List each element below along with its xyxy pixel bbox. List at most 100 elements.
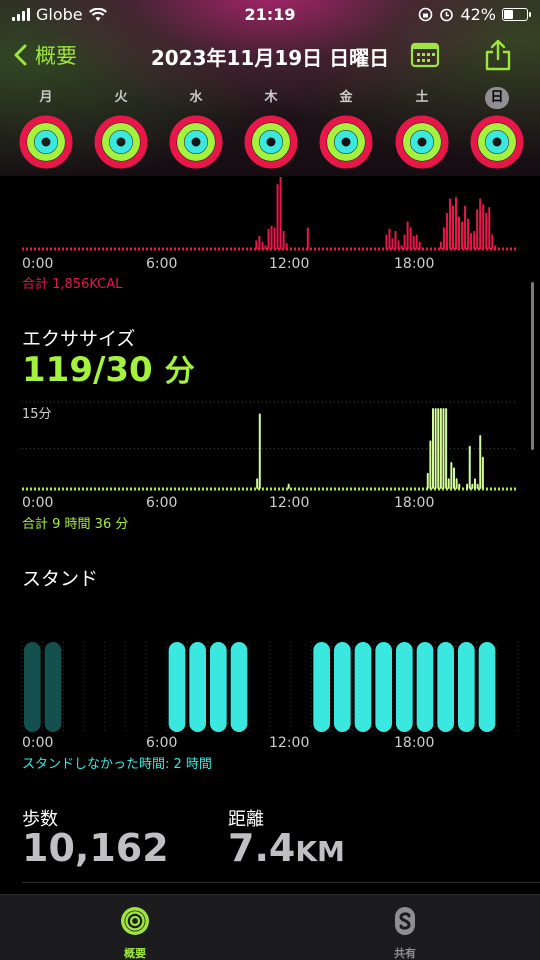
exercise-tick-6: 6:00 [146,495,178,511]
move-bar [461,221,464,249]
move-bar [258,236,261,249]
page-title: 2023年11月19日 日曜日 [150,46,390,70]
day-1[interactable]: 火 [91,86,151,173]
status-right: 42% [418,5,531,24]
day-label-text: 土 [415,90,429,105]
exercise-tick-12: 12:00 [269,495,310,511]
exercise-bar [287,483,290,489]
day-label: 火 [91,86,151,109]
exercise-value-unit: 分 [164,354,195,389]
move-bar [479,198,482,249]
stand-bar [313,642,330,732]
exercise-bar [471,483,474,489]
move-bar [454,197,458,249]
calendar-icon [410,42,440,68]
activity-ring-icon [169,115,223,169]
stand-tick-0: 0:00 [22,735,54,751]
exercise-bar [468,445,471,489]
move-bar [448,198,451,249]
move-bar [264,245,267,249]
move-bar [273,227,276,249]
day-label-text: 月 [39,90,53,105]
exercise-tick-18: 18:00 [394,495,435,511]
day-label-text: 金 [339,90,353,105]
day-0[interactable]: 月 [16,86,76,173]
stand-bar [334,642,351,732]
day-3[interactable]: 木 [241,86,301,173]
stand-bar [458,642,475,732]
exercise-bar [437,408,440,489]
exercise-bar [442,408,445,489]
exercise-bar [256,478,259,489]
move-bar [388,228,391,249]
activity-rings-icon [121,907,149,935]
exercise-bar [458,483,461,489]
day-2[interactable]: 水 [166,86,226,173]
exercise-bar [445,408,448,489]
move-bar [442,227,445,249]
activity-ring-icon [19,115,73,169]
move-bar [409,227,412,249]
tab-summary-label: 概要 [124,947,146,960]
tab-summary[interactable]: 概要 [85,905,185,960]
move-bar [415,234,418,249]
exercise-bar [258,413,261,489]
move-chart [22,177,518,251]
stand-bar [189,642,206,732]
move-bar [403,234,406,249]
exercise-bar [439,408,442,489]
exercise-bar [447,478,450,489]
day-label-text: 水 [189,90,203,105]
stand-bar [396,642,413,732]
day-label-text: 火 [114,90,128,105]
day-label: 月 [16,86,76,109]
move-bar [306,227,309,249]
move-bar [418,241,421,249]
calendar-button[interactable] [410,42,440,72]
stand-tick-18: 18:00 [394,735,435,751]
stand-chart [21,642,519,732]
stand-summary: スタンドしなかった時間: 2 時間 [22,757,212,772]
day-4[interactable]: 金 [316,86,376,173]
scrollbar[interactable] [531,282,534,450]
exercise-chart [22,401,518,491]
stand-bar [478,642,496,732]
move-tick-6: 6:00 [146,256,178,272]
move-bar [397,240,400,249]
week-selector: 月火水木金土日 [0,86,540,176]
stand-bar [168,642,186,732]
day-label: 水 [166,86,226,109]
day-6[interactable]: 日 [467,86,527,173]
exercise-bar [450,462,453,489]
exercise-value-number: 119/30 [22,350,153,390]
day-5[interactable]: 土 [392,86,452,173]
tab-sharing-label: 共有 [394,947,416,960]
alarm-icon [440,8,454,22]
move-bar [491,234,494,249]
exercise-bar [481,456,484,489]
exercise-value: 119/30 分 [22,346,195,390]
tab-sharing[interactable]: 共有 [355,905,455,960]
tab-bar: 概要 共有 [0,894,540,960]
share-icon [485,39,511,71]
move-summary: 合計 1,856KCAL [22,277,123,292]
detail-scroll-content: 0:00 6:00 12:00 18:00 合計 1,856KCAL エクササイ… [0,176,540,894]
move-tick-0: 0:00 [22,256,54,272]
move-bar [476,209,479,249]
distance-number: 7.4 [228,826,296,870]
status-bar: Globe 21:19 42% [0,0,540,30]
stand-bar [416,642,434,732]
distance-value: 7.4KM [228,826,345,870]
exercise-bar [473,478,476,489]
move-bar [285,243,288,249]
stand-bar [210,642,227,732]
exercise-tick-0: 0:00 [22,495,54,511]
move-bar [445,213,448,249]
exercise-bar [452,467,455,489]
move-tick-18: 18:00 [394,256,435,272]
move-bar [458,216,461,249]
stand-tick-6: 6:00 [146,735,178,751]
share-button[interactable] [484,38,512,76]
move-bar [406,221,409,249]
move-bar [279,177,282,249]
